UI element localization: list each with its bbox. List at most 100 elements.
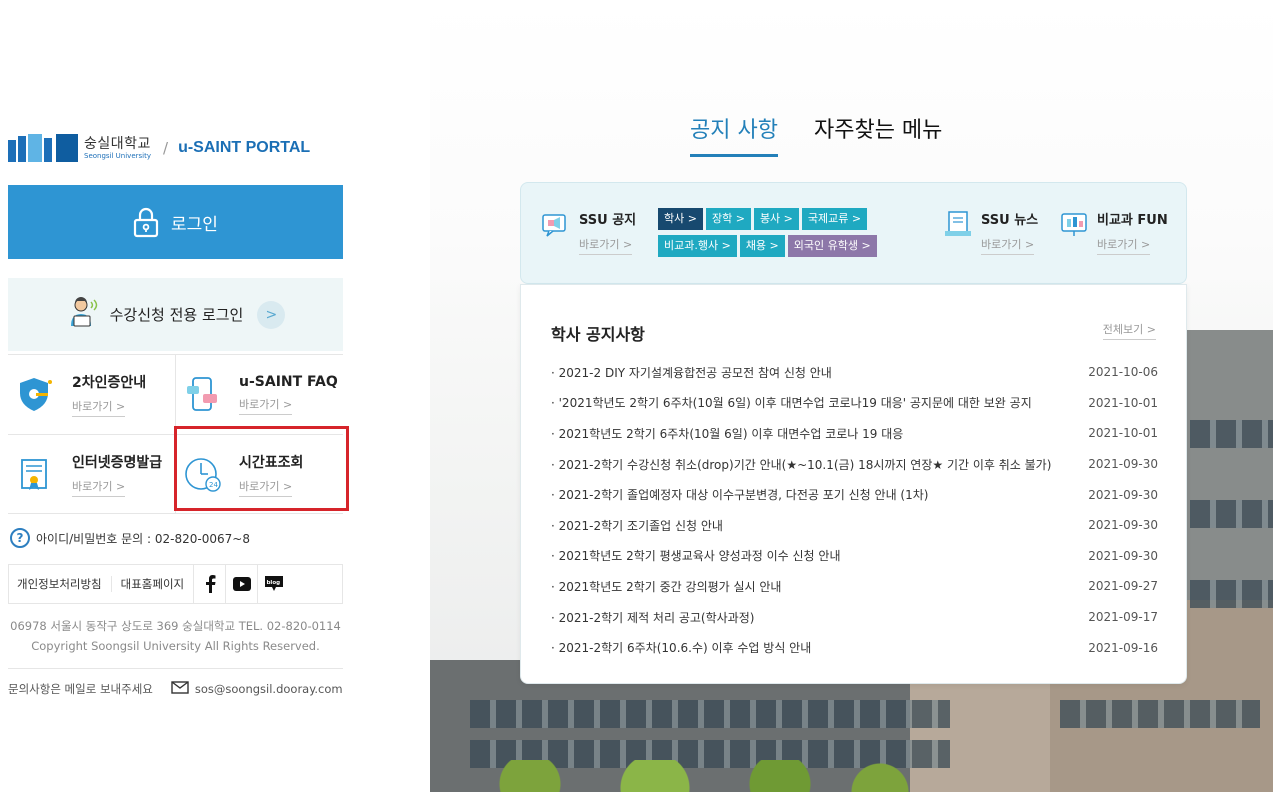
faq-phone-icon	[183, 374, 223, 414]
category-foreign-students[interactable]: 외국인 유학생 >	[787, 235, 877, 257]
category-extracurricular[interactable]: 비교과.행사 >	[658, 235, 737, 257]
notice-row[interactable]: · 2021-2 DIY 자기설계융합전공 공모전 참여 신청 안내 2021-1…	[551, 357, 1158, 388]
login-button[interactable]: 로그인	[8, 185, 343, 259]
youtube-icon[interactable]	[225, 565, 257, 603]
shortcut-link[interactable]: 바로가기 >	[1097, 236, 1151, 255]
notice-row[interactable]: · 2021-2학기 제적 처리 공고(학사과정) 2021-09-17	[551, 602, 1158, 633]
notice-title: · 2021-2학기 졸업예정자 대상 이수구분변경, 다전공 포기 신청 안내…	[551, 488, 929, 503]
notice-category-bar: SSU 공지 바로가기 > 학사 > 장학 > 봉사 > 국제교류 > 비교과.행사 …	[520, 182, 1187, 284]
brand-separator: /	[163, 139, 169, 157]
notice-row[interactable]: · 2021학년도 2학기 중간 강의평가 실시 안내 2021-09-27	[551, 571, 1158, 602]
homepage-link[interactable]: 대표홈페이지	[112, 576, 193, 592]
svg-text:blog: blog	[266, 580, 280, 586]
login-label: 로그인	[171, 214, 218, 235]
mail-link[interactable]: sos@soongsil.dooray.com	[171, 681, 343, 697]
brand: 숭실대학교 Seongsil University / u-SAINT PORT…	[8, 134, 310, 162]
tab-frequent-menu[interactable]: 자주찾는 메뉴	[814, 112, 942, 154]
lock-icon	[133, 206, 159, 238]
tile-two-factor-auth[interactable]: 2차인증안내 바로가기 >	[8, 354, 175, 434]
mail-icon	[171, 681, 189, 697]
megaphone-icon	[541, 209, 571, 255]
shortcut-link[interactable]: 바로가기 >	[239, 478, 293, 497]
notice-row[interactable]: · '2021학년도 2학기 6주차(10월 6일) 이후 대면수업 코로나19…	[551, 388, 1158, 419]
notice-list: · 2021-2 DIY 자기설계융합전공 공모전 참여 신청 안내 2021-1…	[551, 357, 1158, 663]
window-row	[1190, 420, 1273, 448]
logo-text: 숭실대학교 Seongsil University	[84, 137, 151, 160]
category-buttons: 학사 > 장학 > 봉사 > 국제교류 > 비교과.행사 > 채용 > 외국인 유학생 >	[658, 207, 908, 261]
notice-date: 2021-09-30	[1088, 487, 1158, 502]
shortcut-link[interactable]: 바로가기 >	[579, 236, 633, 255]
shortcut-link[interactable]: 바로가기 >	[981, 236, 1035, 255]
tile-title: 시간표조회	[239, 454, 304, 471]
chevron-right-icon: >	[257, 300, 286, 329]
shortcut-link[interactable]: 바로가기 >	[72, 478, 126, 497]
trees	[430, 760, 930, 792]
left-panel: 숭실대학교 Seongsil University / u-SAINT PORT…	[0, 0, 350, 792]
notice-row[interactable]: · 2021-2학기 6주차(10.6.수) 이후 수업 방식 안내 2021-0…	[551, 632, 1158, 663]
notice-title: · 2021학년도 2학기 평생교육사 양성과정 이수 신청 안내	[551, 549, 841, 564]
tile-title: u-SAINT FAQ	[239, 373, 338, 390]
category-recruitment[interactable]: 채용 >	[739, 235, 785, 257]
window-row	[470, 700, 950, 728]
tile-usaint-faq[interactable]: u-SAINT FAQ 바로가기 >	[175, 354, 342, 434]
facebook-icon[interactable]	[193, 565, 225, 603]
tab-notice[interactable]: 공지 사항	[690, 112, 778, 157]
notice-title: · 2021-2학기 6주차(10.6.수) 이후 수업 방식 안내	[551, 641, 812, 656]
notice-title: · 2021-2학기 제적 처리 공고(학사과정)	[551, 610, 755, 625]
view-all-link[interactable]: 전체보기 >	[1102, 321, 1156, 340]
notice-row[interactable]: · 2021-2학기 졸업예정자 대상 이수구분변경, 다전공 포기 신청 안내…	[551, 479, 1158, 510]
window-row	[1060, 700, 1260, 728]
notice-date: 2021-09-30	[1088, 457, 1158, 472]
tile-title: 2차인증안내	[72, 374, 147, 391]
contact-row: 문의사항은 메일로 보내주세요 sos@soongsil.dooray.com	[8, 668, 343, 697]
notice-date: 2021-09-16	[1088, 640, 1158, 655]
notice-row[interactable]: · 2021학년도 2학기 6주차(10월 6일) 이후 대면수업 코로나 19…	[551, 418, 1158, 449]
notice-title: · 2021학년도 2학기 6주차(10월 6일) 이후 대면수업 코로나 19…	[551, 426, 904, 441]
notice-date: 2021-09-30	[1088, 548, 1158, 563]
news-doc-icon	[943, 209, 973, 255]
privacy-policy-link[interactable]: 개인정보처리방침	[9, 576, 112, 592]
footer-links: 개인정보처리방침 대표홈페이지 blog	[8, 564, 343, 604]
ssu-news-section[interactable]: SSU 뉴스 바로가기 >	[943, 209, 1038, 255]
ssu-notice-title: SSU 공지	[579, 213, 637, 228]
shield-key-icon	[16, 374, 56, 414]
portal-title[interactable]: u-SAINT PORTAL	[178, 139, 310, 157]
notice-date: 2021-10-01	[1088, 395, 1158, 410]
address-block: 06978 서울시 동작구 상도로 369 숭실대학교 TEL. 02-820-…	[8, 616, 343, 656]
category-volunteer[interactable]: 봉사 >	[753, 208, 799, 230]
course-registration-login-button[interactable]: 수강신청 전용 로그인 >	[8, 278, 343, 351]
shortcut-link[interactable]: 바로가기 >	[239, 396, 293, 415]
category-academic[interactable]: 학사 >	[658, 208, 703, 230]
quick-links-grid: 2차인증안내 바로가기 > u-SAINT FAQ 바로가기 > 인터넷증명발급…	[8, 354, 343, 514]
notice-date: 2021-09-27	[1088, 579, 1158, 594]
course-login-label: 수강신청 전용 로그인	[109, 306, 244, 324]
notice-panel-title: 학사 공지사항	[551, 325, 645, 344]
category-scholarship[interactable]: 장학 >	[705, 208, 751, 230]
tile-title: 인터넷증명발급	[72, 454, 163, 471]
student-pc-icon	[66, 296, 100, 334]
blog-icon[interactable]: blog	[257, 565, 289, 603]
clock-24-icon: 24	[183, 454, 223, 494]
notice-date: 2021-10-06	[1088, 365, 1158, 380]
notice-row[interactable]: · 2021-2학기 조기졸업 신청 안내 2021-09-30	[551, 510, 1158, 541]
notice-date: 2021-09-17	[1088, 610, 1158, 625]
contact-label: 문의사항은 메일로 보내주세요	[8, 682, 153, 696]
address-text: 06978 서울시 동작구 상도로 369 숭실대학교 TEL. 02-820-…	[10, 619, 341, 633]
portal-page: 숭실대학교 Seongsil University / u-SAINT PORT…	[0, 0, 1273, 792]
logo-english: Seongsil University	[84, 151, 151, 160]
notice-title: · 2021학년도 2학기 중간 강의평가 실시 안내	[551, 579, 782, 594]
category-international[interactable]: 국제교류 >	[801, 208, 868, 230]
copyright-text: Copyright Soongsil University All Rights…	[31, 639, 320, 653]
board-icon	[1059, 209, 1089, 255]
notice-row[interactable]: · 2021-2학기 수강신청 취소(drop)기간 안내(★~10.1(금) …	[551, 449, 1158, 480]
window-row	[1190, 580, 1273, 608]
academic-notice-panel: 학사 공지사항 전체보기 > · 2021-2 DIY 자기설계융합전공 공모전…	[520, 284, 1187, 684]
notice-row[interactable]: · 2021학년도 2학기 평생교육사 양성과정 이수 신청 안내 2021-09…	[551, 541, 1158, 572]
university-logo-icon[interactable]	[8, 134, 78, 162]
extracurricular-fun-section[interactable]: 비교과 FUN 바로가기 >	[1059, 209, 1168, 255]
ssu-notice-section[interactable]: SSU 공지 바로가기 >	[541, 209, 636, 255]
tile-internet-certificate[interactable]: 인터넷증명발급 바로가기 >	[8, 434, 175, 514]
window-row	[1190, 500, 1273, 528]
shortcut-link[interactable]: 바로가기 >	[72, 398, 126, 417]
tile-timetable-lookup[interactable]: 24 시간표조회 바로가기 >	[175, 434, 342, 514]
